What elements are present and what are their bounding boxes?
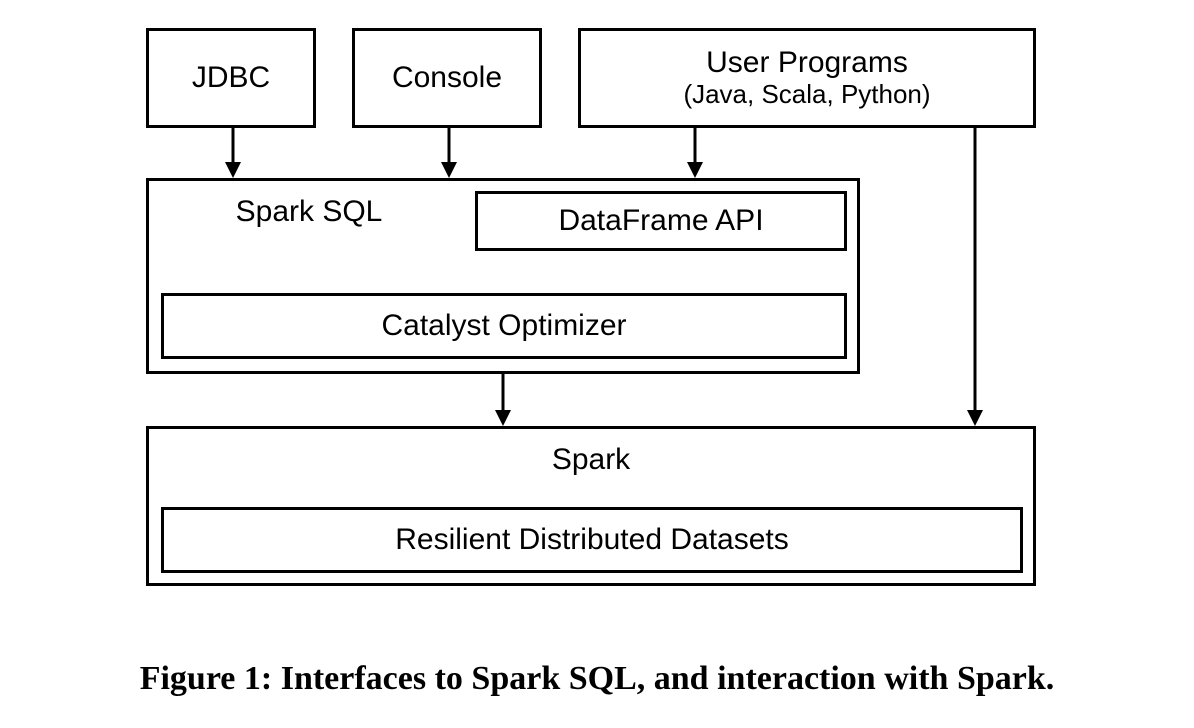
arrow-sparksql-to-spark (493, 374, 513, 428)
rdd-label: Resilient Distributed Datasets (395, 523, 789, 557)
user-programs-box: User Programs (Java, Scala, Python) (578, 28, 1036, 128)
spark-title: Spark (552, 443, 630, 477)
arrow-console-to-sparksql (439, 128, 459, 180)
rdd-box: Resilient Distributed Datasets (161, 507, 1023, 573)
diagram-canvas: JDBC Console User Programs (Java, Scala,… (0, 0, 1194, 728)
arrow-userprograms-to-dataframe (685, 128, 705, 180)
spark-sql-box: Spark SQL DataFrame API Catalyst Optimiz… (146, 178, 860, 374)
arrow-jdbc-to-sparksql (223, 128, 243, 180)
dataframe-api-label: DataFrame API (558, 204, 763, 238)
user-programs-sub: (Java, Scala, Python) (683, 80, 930, 110)
user-programs-title: User Programs (706, 46, 908, 81)
arrow-userprograms-to-spark (965, 128, 985, 428)
catalyst-label: Catalyst Optimizer (381, 309, 626, 343)
spark-sql-title-area: Spark SQL (149, 181, 469, 243)
spark-box: Spark Resilient Distributed Datasets (146, 426, 1036, 586)
console-box: Console (352, 28, 542, 128)
console-label: Console (392, 61, 502, 95)
dataframe-api-box: DataFrame API (475, 191, 847, 251)
jdbc-label: JDBC (192, 61, 270, 95)
figure-caption: Figure 1: Interfaces to Spark SQL, and i… (0, 660, 1194, 698)
spark-sql-title: Spark SQL (236, 195, 383, 229)
catalyst-box: Catalyst Optimizer (161, 293, 847, 359)
jdbc-box: JDBC (146, 28, 316, 128)
caption-text: Figure 1: Interfaces to Spark SQL, and i… (140, 660, 1055, 697)
spark-title-area: Spark (149, 429, 1033, 491)
